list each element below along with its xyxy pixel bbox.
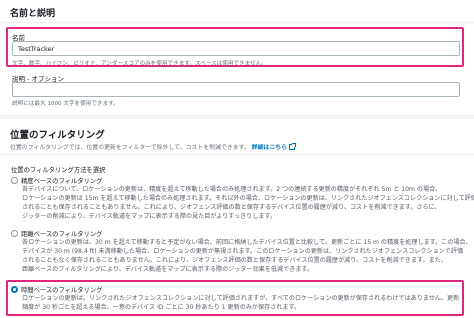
option-description: ロケーションの更新は、リンクされたジオフェンスコレクションに対して評価されますが… xyxy=(22,295,459,313)
radio-button[interactable] xyxy=(11,177,18,184)
description-line: 各デバイスについて、ロケーションの更新は、精度を超えて移動した場合のみ処理されま… xyxy=(22,186,442,193)
radio-option-time[interactable]: 時間ベースのフィルタリング xyxy=(11,285,102,294)
description-line: されることもなく保存されることもありません。これにより、ジオフェンス評価の数と保… xyxy=(22,256,447,264)
description-input[interactable] xyxy=(12,82,460,97)
description-line: されることも保存されることもありません。これにより、ジオフェンス評価の数と保存す… xyxy=(22,203,441,211)
external-link-icon xyxy=(289,143,297,150)
radio-option-distance[interactable]: 距離ベースのフィルタリング xyxy=(11,229,102,238)
description-hint: 説明には最大 1000 文字を使用できます。 xyxy=(12,101,119,107)
description-line: 距離ベースのフィルタリングにより、デバイス軌道をマップに表示する際のジッター効果… xyxy=(22,265,313,273)
name-section-title: 名前と説明 xyxy=(10,9,56,19)
radio-label: 精度ベースのフィルタリング xyxy=(21,178,103,185)
filter-method-label: 位置のフィルタリング方法を選択 xyxy=(11,167,106,174)
section-divider xyxy=(0,22,474,23)
description-line: 各ロケーションの更新は、30 m を超えて移動すると予定がない場合、前回に格納し… xyxy=(22,239,472,246)
description-line: ジッターの削減により、デバイス軌道をマップに表示する際の見た目がよりすっきりしま… xyxy=(22,212,277,220)
description-line: 頻度が 30 秒ごとを超える場合、一意のデバイス ID ごとに 30 秒あたり … xyxy=(22,303,301,311)
learn-more-link[interactable]: 詳細はこちら xyxy=(252,145,287,151)
radio-label: 距離ベースのフィルタリング xyxy=(21,231,103,238)
description-line: ロケーションの更新は 15m を超えて移動した場合のみ処理されます。それ以外の場… xyxy=(22,194,474,202)
description-line: デバイスが 30 m (98.4 ft) 未満移動した場合、ロケーションの更新が… xyxy=(22,247,464,255)
radio-button[interactable] xyxy=(11,230,18,237)
radio-label: 時間ベースのフィルタリング xyxy=(21,287,103,294)
radio-button-selected[interactable] xyxy=(11,286,18,293)
filter-section-title: 位置のフィルタリング xyxy=(10,130,105,141)
section-divider-2 xyxy=(0,154,474,155)
filter-subtitle-text: 位置のフィルタリングでは、位置の更新をフィルターで除外して、コストを削減できます… xyxy=(10,145,250,151)
section-gap xyxy=(0,115,474,119)
tracker-form-panel: 名前と説明 名前 TestTracker 文字、数字、ハイフン、ピリオド、アンダ… xyxy=(0,0,474,318)
radio-option-accuracy[interactable]: 精度ベースのフィルタリング xyxy=(11,176,102,185)
option-description: 各デバイスについて、ロケーションの更新は、精度を超えて移動した場合のみ処理されま… xyxy=(22,186,474,222)
filter-section-subtitle: 位置のフィルタリングでは、位置の更新をフィルターで除外して、コストを削減できます… xyxy=(10,142,297,151)
description-line: ロケーションの更新は、リンクされたジオフェンスコレクションに対して評価されますが… xyxy=(22,295,460,302)
name-hint: 文字、数字、ハイフン、ピリオド、アンダースコアのみを使用できます。スペースは使用… xyxy=(12,61,267,67)
option-description: 各ロケーションの更新は、30 m を超えて移動すると予定がない場合、前回に格納し… xyxy=(22,239,472,275)
name-input[interactable]: TestTracker xyxy=(12,41,460,56)
